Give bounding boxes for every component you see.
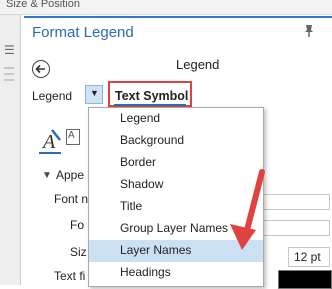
size-position-label: Size & Position xyxy=(6,0,80,10)
pin-icon[interactable] xyxy=(302,24,316,38)
menu-item-background[interactable]: Background xyxy=(89,130,263,152)
menu-item-title[interactable]: Title xyxy=(89,196,263,218)
menu-item-border[interactable]: Border xyxy=(89,152,263,174)
tab-legend[interactable]: Legend xyxy=(32,89,72,103)
chevron-down-icon[interactable]: ▼ xyxy=(42,170,52,181)
svg-text:A: A xyxy=(41,131,56,153)
text-fill-label: Text fi xyxy=(54,269,86,283)
left-gutter: ☰ xyxy=(0,15,21,285)
active-tab-underline xyxy=(114,104,186,106)
symbol-tab-underline xyxy=(39,152,61,154)
gutter-lines xyxy=(4,67,14,85)
menu-icon[interactable]: ☰ xyxy=(4,43,15,57)
element-dropdown-menu: Legend Background Border Shadow Title Gr… xyxy=(88,107,264,287)
pane-title: Format Legend xyxy=(32,24,134,41)
arrow-left-icon xyxy=(35,64,45,74)
element-dropdown-button[interactable]: ▼ xyxy=(85,85,103,104)
tab-text-symbol[interactable]: Text Symbol xyxy=(115,89,188,103)
section-appearance-label[interactable]: Appe xyxy=(56,168,84,182)
element-subtitle: Legend xyxy=(176,57,220,72)
size-input[interactable]: 12 pt xyxy=(288,247,330,267)
size-label: Siz xyxy=(70,245,87,259)
menu-item-legend[interactable]: Legend xyxy=(89,108,263,130)
menu-item-headings[interactable]: Headings xyxy=(89,262,263,284)
text-symbol-gallery-tab[interactable]: A xyxy=(66,129,80,145)
font-style-label: Fo xyxy=(70,218,85,232)
text-fill-color-swatch[interactable] xyxy=(278,270,332,289)
chevron-down-icon: ▼ xyxy=(90,88,99,98)
font-name-label: Font n xyxy=(54,192,89,206)
menu-item-group-layer-names[interactable]: Group Layer Names xyxy=(89,218,263,240)
menu-item-layer-names[interactable]: Layer Names xyxy=(89,240,263,262)
menu-item-shadow[interactable]: Shadow xyxy=(89,174,263,196)
top-strip: Size & Position xyxy=(0,0,332,15)
back-button[interactable] xyxy=(32,60,50,78)
size-value: 12 pt xyxy=(294,250,321,264)
